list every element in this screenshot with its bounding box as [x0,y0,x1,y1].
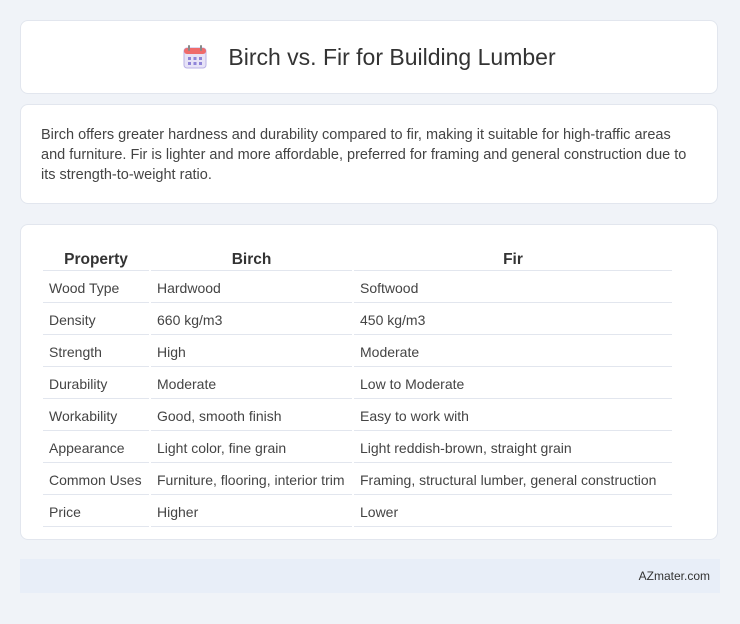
table-cell: Light reddish-brown, straight grain [354,433,672,463]
table-row: Price Higher Lower [43,497,672,527]
header-card: Birch vs. Fir for Building Lumber [20,20,718,94]
comparison-table: Property Birch Fir Wood Type Hardwood Soft… [41,245,674,529]
table-cell: High [151,337,352,367]
column-header: Birch [151,247,352,271]
table-cell: Easy to work with [354,401,672,431]
table-cell: Lower [354,497,672,527]
column-header: Fir [354,247,672,271]
table-header-row: Property Birch Fir [43,247,672,271]
table-cell: Framing, structural lumber, general cons… [354,465,672,495]
table-cell: 660 kg/m3 [151,305,352,335]
table-cell: Strength [43,337,149,367]
table-row: Common Uses Furniture, flooring, interior… [43,465,672,495]
table-row: Workability Good, smooth finish Easy to wo… [43,401,672,431]
table-cell: Density [43,305,149,335]
calendar-icon [182,44,208,70]
table-row: Strength High Moderate [43,337,672,367]
table-row: Durability Moderate Low to Moderate [43,369,672,399]
summary-text: Birch offers greater hardness and durabi… [41,127,687,183]
table-cell: Moderate [151,369,352,399]
table-row: Density 660 kg/m3 450 kg/m3 [43,305,672,335]
summary-card: Birch offers greater hardness and durabi… [20,104,718,204]
footer-brand: AZmater.com [638,569,710,583]
table-cell: Price [43,497,149,527]
table-cell: Hardwood [151,273,352,303]
table-cell: Wood Type [43,273,149,303]
comparison-table-card: Property Birch Fir Wood Type Hardwood Soft… [20,224,718,540]
table-cell: Durability [43,369,149,399]
table-cell: Good, smooth finish [151,401,352,431]
table-cell: Light color, fine grain [151,433,352,463]
table-cell: Softwood [354,273,672,303]
column-header: Property [43,247,149,271]
table-row: Appearance Light color, fine grain Light r… [43,433,672,463]
table-row: Wood Type Hardwood Softwood [43,273,672,303]
table-cell: Low to Moderate [354,369,672,399]
table-cell: Appearance [43,433,149,463]
table-cell: Higher [151,497,352,527]
footer: AZmater.com [20,559,720,593]
table-cell: Common Uses [43,465,149,495]
table-cell: Moderate [354,337,672,367]
page-title: Birch vs. Fir for Building Lumber [228,43,556,70]
table-cell: Furniture, flooring, interior trim [151,465,352,495]
table-cell: 450 kg/m3 [354,305,672,335]
table-cell: Workability [43,401,149,431]
